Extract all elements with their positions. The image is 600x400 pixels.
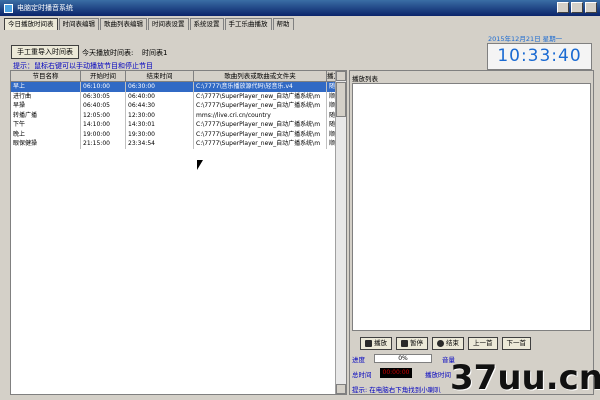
cell-end: 19:30:00	[126, 129, 194, 139]
play-icon	[365, 340, 372, 347]
progress-bar[interactable]: 0%	[374, 354, 432, 363]
played-time-label: 播放时间	[425, 371, 451, 379]
tab-schedule-edit[interactable]: 时间表编辑	[58, 18, 99, 30]
playlist-box[interactable]	[352, 83, 591, 331]
cell-name: 下午	[11, 120, 81, 130]
cell-name: 进行曲	[11, 91, 81, 101]
cell-name: 早操	[11, 101, 81, 111]
table-body: 早上 06:10:00 06:30:00 C:\7777\音乐播放源代码\轻音乐…	[11, 82, 336, 149]
cell-start: 06:10:00	[81, 82, 126, 92]
tab-manual-play[interactable]: 手工乐曲播放	[224, 18, 272, 30]
table-row[interactable]: 进行曲 06:30:05 06:40:00 C:\7777\SuperPlaye…	[11, 91, 336, 101]
stop-label: 结束	[446, 339, 459, 347]
cell-start: 19:00:00	[81, 129, 126, 139]
table-row[interactable]: 下午 14:10:00 14:30:01 C:\7777\SuperPlayer…	[11, 120, 336, 130]
tab-schedule-settings[interactable]: 时间表设置	[148, 18, 189, 30]
cell-source: C:\7777\SuperPlayer_new_自动广播系统\m	[194, 129, 327, 139]
reimport-schedule-button[interactable]: 手工重导入时间表	[11, 45, 79, 59]
mouse-cursor-icon	[197, 160, 203, 170]
stop-icon	[437, 340, 444, 347]
next-button[interactable]: 下一首	[501, 337, 531, 350]
cell-name: 早上	[11, 82, 81, 92]
table-row[interactable]: 转播广播 12:05:00 12:30:00 mms://live.cri.cn…	[11, 110, 336, 120]
column-header-start[interactable]: 开始时间	[81, 71, 126, 82]
cell-source: C:\7777\SuperPlayer_new_自动广播系统\m	[194, 120, 327, 130]
clock-display: 10:33:40	[487, 43, 592, 70]
tab-bar: 今日播放时间表 时间表编辑 歌曲列表编辑 时间表设置 系统设置 手工乐曲播放 帮…	[4, 18, 295, 30]
pause-label: 暂停	[410, 339, 423, 347]
cell-name: 晚上	[11, 129, 81, 139]
table-header: 节目名称 开始时间 结束时间 歌曲列表或歌曲或文件夹 播方	[11, 71, 336, 82]
cell-source: C:\7777\SuperPlayer_new_自动广播系统\m	[194, 101, 327, 111]
total-time-label: 总时间	[352, 371, 372, 379]
column-header-name[interactable]: 节目名称	[11, 71, 81, 82]
cell-end: 06:30:00	[126, 82, 194, 92]
play-button[interactable]: 播放	[360, 337, 392, 350]
table-row[interactable]: 眼保健操 21:15:00 23:34:54 C:\7777\SuperPlay…	[11, 139, 336, 149]
window-title: 电脑定时播音系统	[17, 4, 73, 12]
column-header-end[interactable]: 结束时间	[126, 71, 194, 82]
cell-source: C:\7777\音乐播放源代码\轻音乐.v4	[194, 82, 327, 92]
title-bar: 电脑定时播音系统	[0, 0, 600, 16]
cell-name: 眼保健操	[11, 139, 81, 149]
cell-start: 06:30:05	[81, 91, 126, 101]
speaker-hint: 提示: 在电脑右下角找到小喇叭	[352, 386, 441, 394]
table-row[interactable]: 早上 06:10:00 06:30:00 C:\7777\音乐播放源代码\轻音乐…	[11, 82, 336, 92]
play-label: 播放	[374, 339, 387, 347]
cell-end: 12:30:00	[126, 110, 194, 120]
playback-controls: 播放 暂停 结束 上一首 下一首	[360, 337, 531, 350]
cell-start: 12:05:00	[81, 110, 126, 120]
column-header-source[interactable]: 歌曲列表或歌曲或文件夹	[194, 71, 327, 82]
tab-help[interactable]: 帮助	[272, 18, 294, 30]
close-button[interactable]	[585, 2, 597, 13]
playlist-title: 播放列表	[352, 75, 378, 83]
cell-end: 06:44:30	[126, 101, 194, 111]
scroll-down-button[interactable]	[336, 384, 346, 394]
window-controls	[557, 2, 597, 13]
pause-icon	[401, 340, 408, 347]
cell-source: mms://live.cri.cn/country	[194, 110, 327, 120]
today-schedule-value: 时间表1	[142, 49, 168, 57]
cell-end: 23:34:54	[126, 139, 194, 149]
cell-start: 21:15:00	[81, 139, 126, 149]
cell-start: 14:10:00	[81, 120, 126, 130]
cell-name: 转播广播	[11, 110, 81, 120]
app-icon	[4, 3, 13, 13]
total-time-value: 00:00:00	[380, 368, 412, 378]
cell-source: C:\7777\SuperPlayer_new_自动广播系统\m	[194, 91, 327, 101]
progress-label: 进度	[352, 356, 365, 364]
prev-button[interactable]: 上一首	[468, 337, 498, 350]
table-row[interactable]: 早操 06:40:05 06:44:30 C:\7777\SuperPlayer…	[11, 101, 336, 111]
cell-end: 14:30:01	[126, 120, 194, 130]
watermark-logo: 37uu.cn	[450, 358, 600, 398]
stop-button[interactable]: 结束	[432, 337, 464, 350]
tab-today-schedule[interactable]: 今日播放时间表	[4, 18, 58, 30]
scroll-thumb[interactable]	[336, 82, 346, 117]
minimize-button[interactable]	[557, 2, 569, 13]
table-row[interactable]: 晚上 19:00:00 19:30:00 C:\7777\SuperPlayer…	[11, 129, 336, 139]
scroll-up-button[interactable]	[336, 71, 346, 81]
today-schedule-label: 今天播放时间表:	[82, 49, 134, 57]
cell-end: 06:40:00	[126, 91, 194, 101]
schedule-table: 节目名称 开始时间 结束时间 歌曲列表或歌曲或文件夹 播方 早上 06:10:0…	[10, 70, 347, 395]
table-scrollbar[interactable]	[335, 71, 346, 394]
pause-button[interactable]: 暂停	[396, 337, 428, 350]
cell-start: 06:40:05	[81, 101, 126, 111]
cell-source: C:\7777\SuperPlayer_new_自动广播系统\m	[194, 139, 327, 149]
date-display: 2015年12月21日 星期一	[488, 35, 563, 43]
maximize-button[interactable]	[571, 2, 583, 13]
tab-system-settings[interactable]: 系统设置	[189, 18, 224, 30]
playlist-panel: 播放列表 播放 暂停 结束 上一首 下一首 进度 0% 音量 总时间 00:00…	[349, 70, 594, 395]
tab-playlist-edit[interactable]: 歌曲列表编辑	[100, 18, 147, 30]
